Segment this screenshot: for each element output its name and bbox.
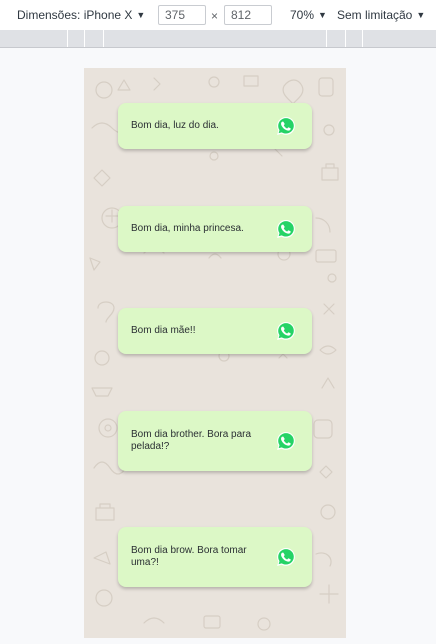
device-select-label: Dimensões: iPhone X (17, 8, 133, 22)
zoom-select[interactable]: 70% ▼ (290, 8, 327, 22)
ruler-marker (84, 30, 85, 47)
message-card[interactable]: Bom dia mãe!! (118, 308, 312, 354)
whatsapp-icon (277, 432, 295, 450)
message-text: Bom dia brow. Bora tomar uma?! (131, 545, 247, 568)
message-card[interactable]: Bom dia, minha princesa. (118, 206, 312, 252)
ruler-marker (103, 30, 104, 47)
device-select[interactable]: Dimensões: iPhone X ▼ (17, 8, 145, 22)
ruler-marker (67, 30, 68, 47)
message-card[interactable]: Bom dia, luz do dia. (118, 103, 312, 149)
chevron-down-icon: ▼ (318, 10, 327, 20)
message-card[interactable]: Bom dia brother. Bora para pelada!? (118, 411, 312, 471)
message-text: Bom dia mãe!! (131, 325, 196, 336)
message-card[interactable]: Bom dia brow. Bora tomar uma?! (118, 527, 312, 587)
message-text: Bom dia brother. Bora para pelada!? (131, 429, 252, 452)
height-input[interactable] (224, 5, 272, 25)
whatsapp-icon (277, 220, 295, 238)
device-viewport: Bom dia, luz do dia. Bom dia, minha prin… (84, 68, 346, 638)
chevron-down-icon: ▼ (136, 10, 146, 20)
zoom-select-label: 70% (290, 8, 315, 22)
ruler-marker (362, 30, 363, 47)
dimension-separator: × (211, 9, 219, 23)
throttling-select[interactable]: Sem limitação ▼ (337, 8, 425, 22)
throttling-select-label: Sem limitação (337, 8, 413, 22)
ruler-marker (326, 30, 327, 47)
device-toolbar: Dimensões: iPhone X▼ × 70%▼ Sem limitaçã… (0, 0, 436, 31)
media-query-bar[interactable] (0, 30, 436, 48)
width-input[interactable] (158, 5, 206, 25)
whatsapp-icon (277, 117, 295, 135)
message-text: Bom dia, minha princesa. (131, 223, 244, 234)
whatsapp-icon (277, 322, 295, 340)
chevron-down-icon: ▼ (416, 10, 426, 20)
ruler-marker (345, 30, 346, 47)
message-text: Bom dia, luz do dia. (131, 120, 219, 131)
whatsapp-icon (277, 548, 295, 566)
